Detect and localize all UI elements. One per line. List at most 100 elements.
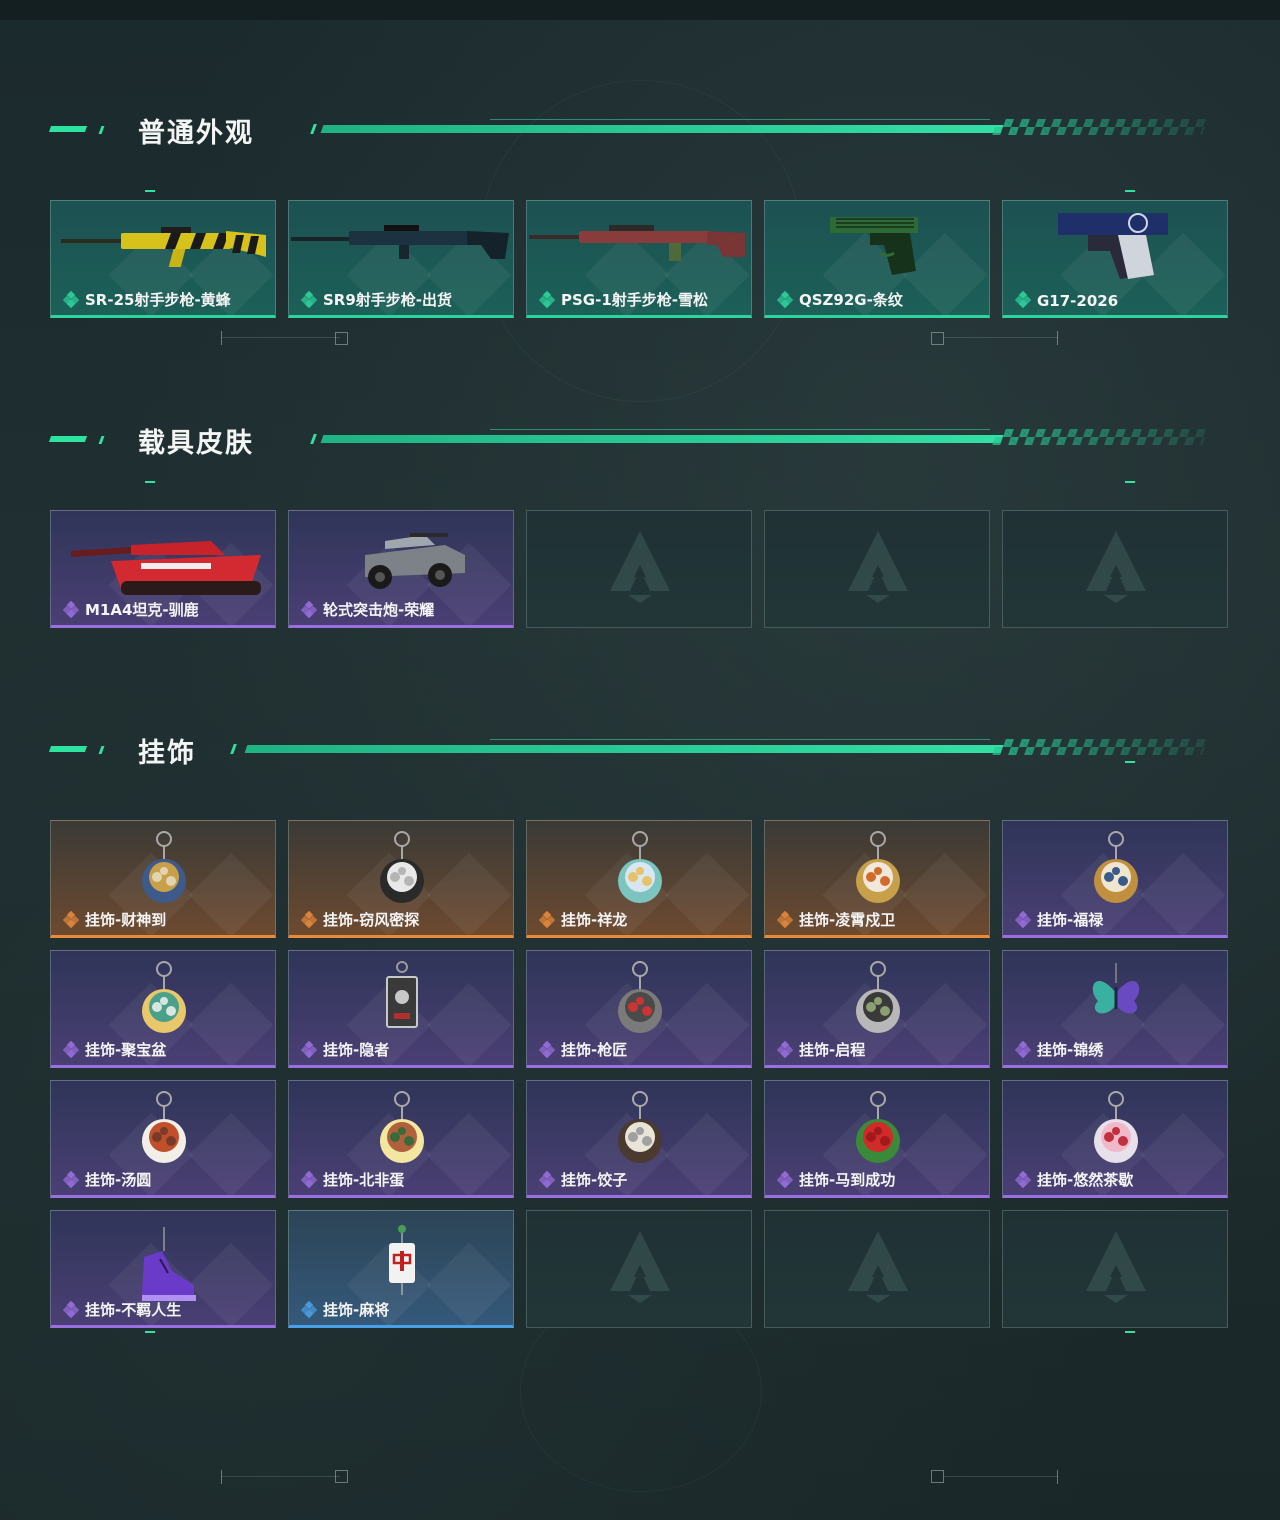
- charm-horse-icon: [856, 1091, 900, 1163]
- item-label: 挂饰-启程: [799, 1041, 866, 1059]
- header-line: [244, 745, 1004, 753]
- charm-dumpling-icon: [618, 1091, 662, 1163]
- item-card[interactable]: 挂饰-马到成功: [764, 1080, 990, 1198]
- item-label: 挂饰-枪匠: [561, 1041, 628, 1059]
- header-accent-bar: [48, 436, 88, 442]
- charm-gourd-icon: [1094, 831, 1138, 903]
- empty-item-slot: [764, 1210, 990, 1328]
- armored-car-icon: [365, 533, 465, 589]
- ruler-line: [222, 1476, 340, 1477]
- header-thin-line: [490, 119, 990, 120]
- rarity-diamond-icon: [300, 1040, 319, 1059]
- item-label: SR9射手步枪-出货: [323, 291, 453, 309]
- item-card[interactable]: 挂饰-启程: [764, 950, 990, 1068]
- item-card[interactable]: M1A4坦克-驯鹿: [50, 510, 276, 628]
- header-accent-slash: [230, 744, 237, 754]
- item-card[interactable]: QSZ92G-条纹: [764, 200, 990, 318]
- item-card[interactable]: 挂饰-悠然茶歇: [1002, 1080, 1228, 1198]
- item-card[interactable]: SR9射手步枪-出货: [288, 200, 514, 318]
- section-title: 挂饰: [138, 738, 196, 769]
- header-line: [320, 435, 1004, 443]
- item-label: 挂饰-聚宝盆: [85, 1041, 167, 1059]
- rarity-diamond-icon: [62, 1300, 81, 1319]
- charm-cupcake-icon: [1094, 1091, 1138, 1163]
- header-checker-pattern: [992, 429, 1208, 445]
- rifle-dark-icon: [291, 225, 509, 259]
- item-label: 挂饰-凌霄戍卫: [799, 911, 896, 929]
- corner-mark: [145, 481, 155, 483]
- item-card[interactable]: 挂饰-汤圆: [50, 1080, 276, 1198]
- item-label: QSZ92G-条纹: [799, 291, 903, 309]
- empty-item-slot: [1002, 510, 1228, 628]
- placeholder-logo-icon: [1086, 1231, 1146, 1303]
- charm-detective-icon: [380, 831, 424, 903]
- ruler-line: [943, 1476, 1058, 1477]
- rarity-diamond-icon: [62, 1170, 81, 1189]
- item-card[interactable]: 挂饰-隐者: [288, 950, 514, 1068]
- rarity-diamond-icon: [300, 290, 319, 309]
- charm-hermit-card-icon: [386, 961, 418, 1028]
- charm-treasure-bowl-icon: [142, 961, 186, 1033]
- rarity-diamond-icon: [1014, 1170, 1033, 1189]
- rarity-diamond-icon: [776, 1170, 795, 1189]
- item-card[interactable]: 挂饰-窃风密探: [288, 820, 514, 938]
- item-card[interactable]: 挂饰-凌霄戍卫: [764, 820, 990, 938]
- ruler-tick: [221, 1470, 222, 1484]
- item-label: M1A4坦克-驯鹿: [85, 601, 199, 619]
- rarity-diamond-icon: [538, 1170, 557, 1189]
- item-card[interactable]: 轮式突击炮-荣耀: [288, 510, 514, 628]
- tank-icon: [71, 541, 261, 595]
- header-accent-slash: [310, 124, 317, 134]
- item-card[interactable]: 挂饰-麻将: [288, 1210, 514, 1328]
- ruler-tick: [1057, 331, 1058, 345]
- placeholder-logo-icon: [1086, 531, 1146, 603]
- header-thin-line: [490, 429, 990, 430]
- ruler-tick: [221, 331, 222, 345]
- header-line: [320, 125, 1004, 133]
- placeholder-logo-icon: [848, 1231, 908, 1303]
- rarity-diamond-icon: [776, 910, 795, 929]
- header-checker-pattern: [992, 119, 1208, 135]
- item-card[interactable]: 挂饰-祥龙: [526, 820, 752, 938]
- rarity-diamond-icon: [300, 1300, 319, 1319]
- placeholder-logo-icon: [610, 531, 670, 603]
- item-card[interactable]: 挂饰-枪匠: [526, 950, 752, 1068]
- charm-mahjong-icon: [389, 1225, 415, 1295]
- section-header-charms: 挂饰: [48, 735, 1208, 769]
- ruler-square: [335, 332, 348, 345]
- item-card[interactable]: 挂饰-福禄: [1002, 820, 1228, 938]
- item-card[interactable]: SR-25射手步枪-黄蜂: [50, 200, 276, 318]
- empty-item-slot: [1002, 1210, 1228, 1328]
- section-header-vehicle-skins: 载具皮肤: [48, 425, 1208, 459]
- charm-guard-icon: [856, 831, 900, 903]
- section-header-regular-skins: 普通外观: [48, 115, 1208, 149]
- rifle-red-icon: [529, 225, 745, 261]
- item-card[interactable]: 挂饰-饺子: [526, 1080, 752, 1198]
- rarity-diamond-icon: [1014, 910, 1033, 929]
- item-label: 挂饰-饺子: [561, 1171, 628, 1189]
- item-card[interactable]: 挂饰-不羁人生: [50, 1210, 276, 1328]
- rarity-diamond-icon: [1014, 290, 1033, 309]
- item-card[interactable]: 挂饰-锦绣: [1002, 950, 1228, 1068]
- item-label: 挂饰-隐者: [323, 1041, 390, 1059]
- pistol-blue-icon: [1058, 213, 1168, 279]
- header-accent-slash: [98, 126, 105, 134]
- ruler-square: [931, 332, 944, 345]
- pistol-green-icon: [830, 217, 918, 275]
- charm-sneaker-icon: [142, 1227, 196, 1301]
- header-accent-slash: [98, 746, 105, 754]
- item-card[interactable]: PSG-1射手步枪-雪松: [526, 200, 752, 318]
- rarity-diamond-icon: [538, 1040, 557, 1059]
- ruler-tick: [1057, 1470, 1058, 1484]
- header-accent-slash: [98, 436, 105, 444]
- placeholder-logo-icon: [848, 531, 908, 603]
- item-label: 挂饰-马到成功: [799, 1171, 896, 1189]
- header-thin-line: [490, 739, 990, 740]
- item-label: 挂饰-汤圆: [85, 1171, 152, 1189]
- item-card[interactable]: 挂饰-北非蛋: [288, 1080, 514, 1198]
- item-label: PSG-1射手步枪-雪松: [561, 291, 708, 309]
- charm-tangyuan-icon: [142, 1091, 186, 1163]
- item-card[interactable]: 挂饰-财神到: [50, 820, 276, 938]
- item-card[interactable]: G17-2026: [1002, 200, 1228, 318]
- item-card[interactable]: 挂饰-聚宝盆: [50, 950, 276, 1068]
